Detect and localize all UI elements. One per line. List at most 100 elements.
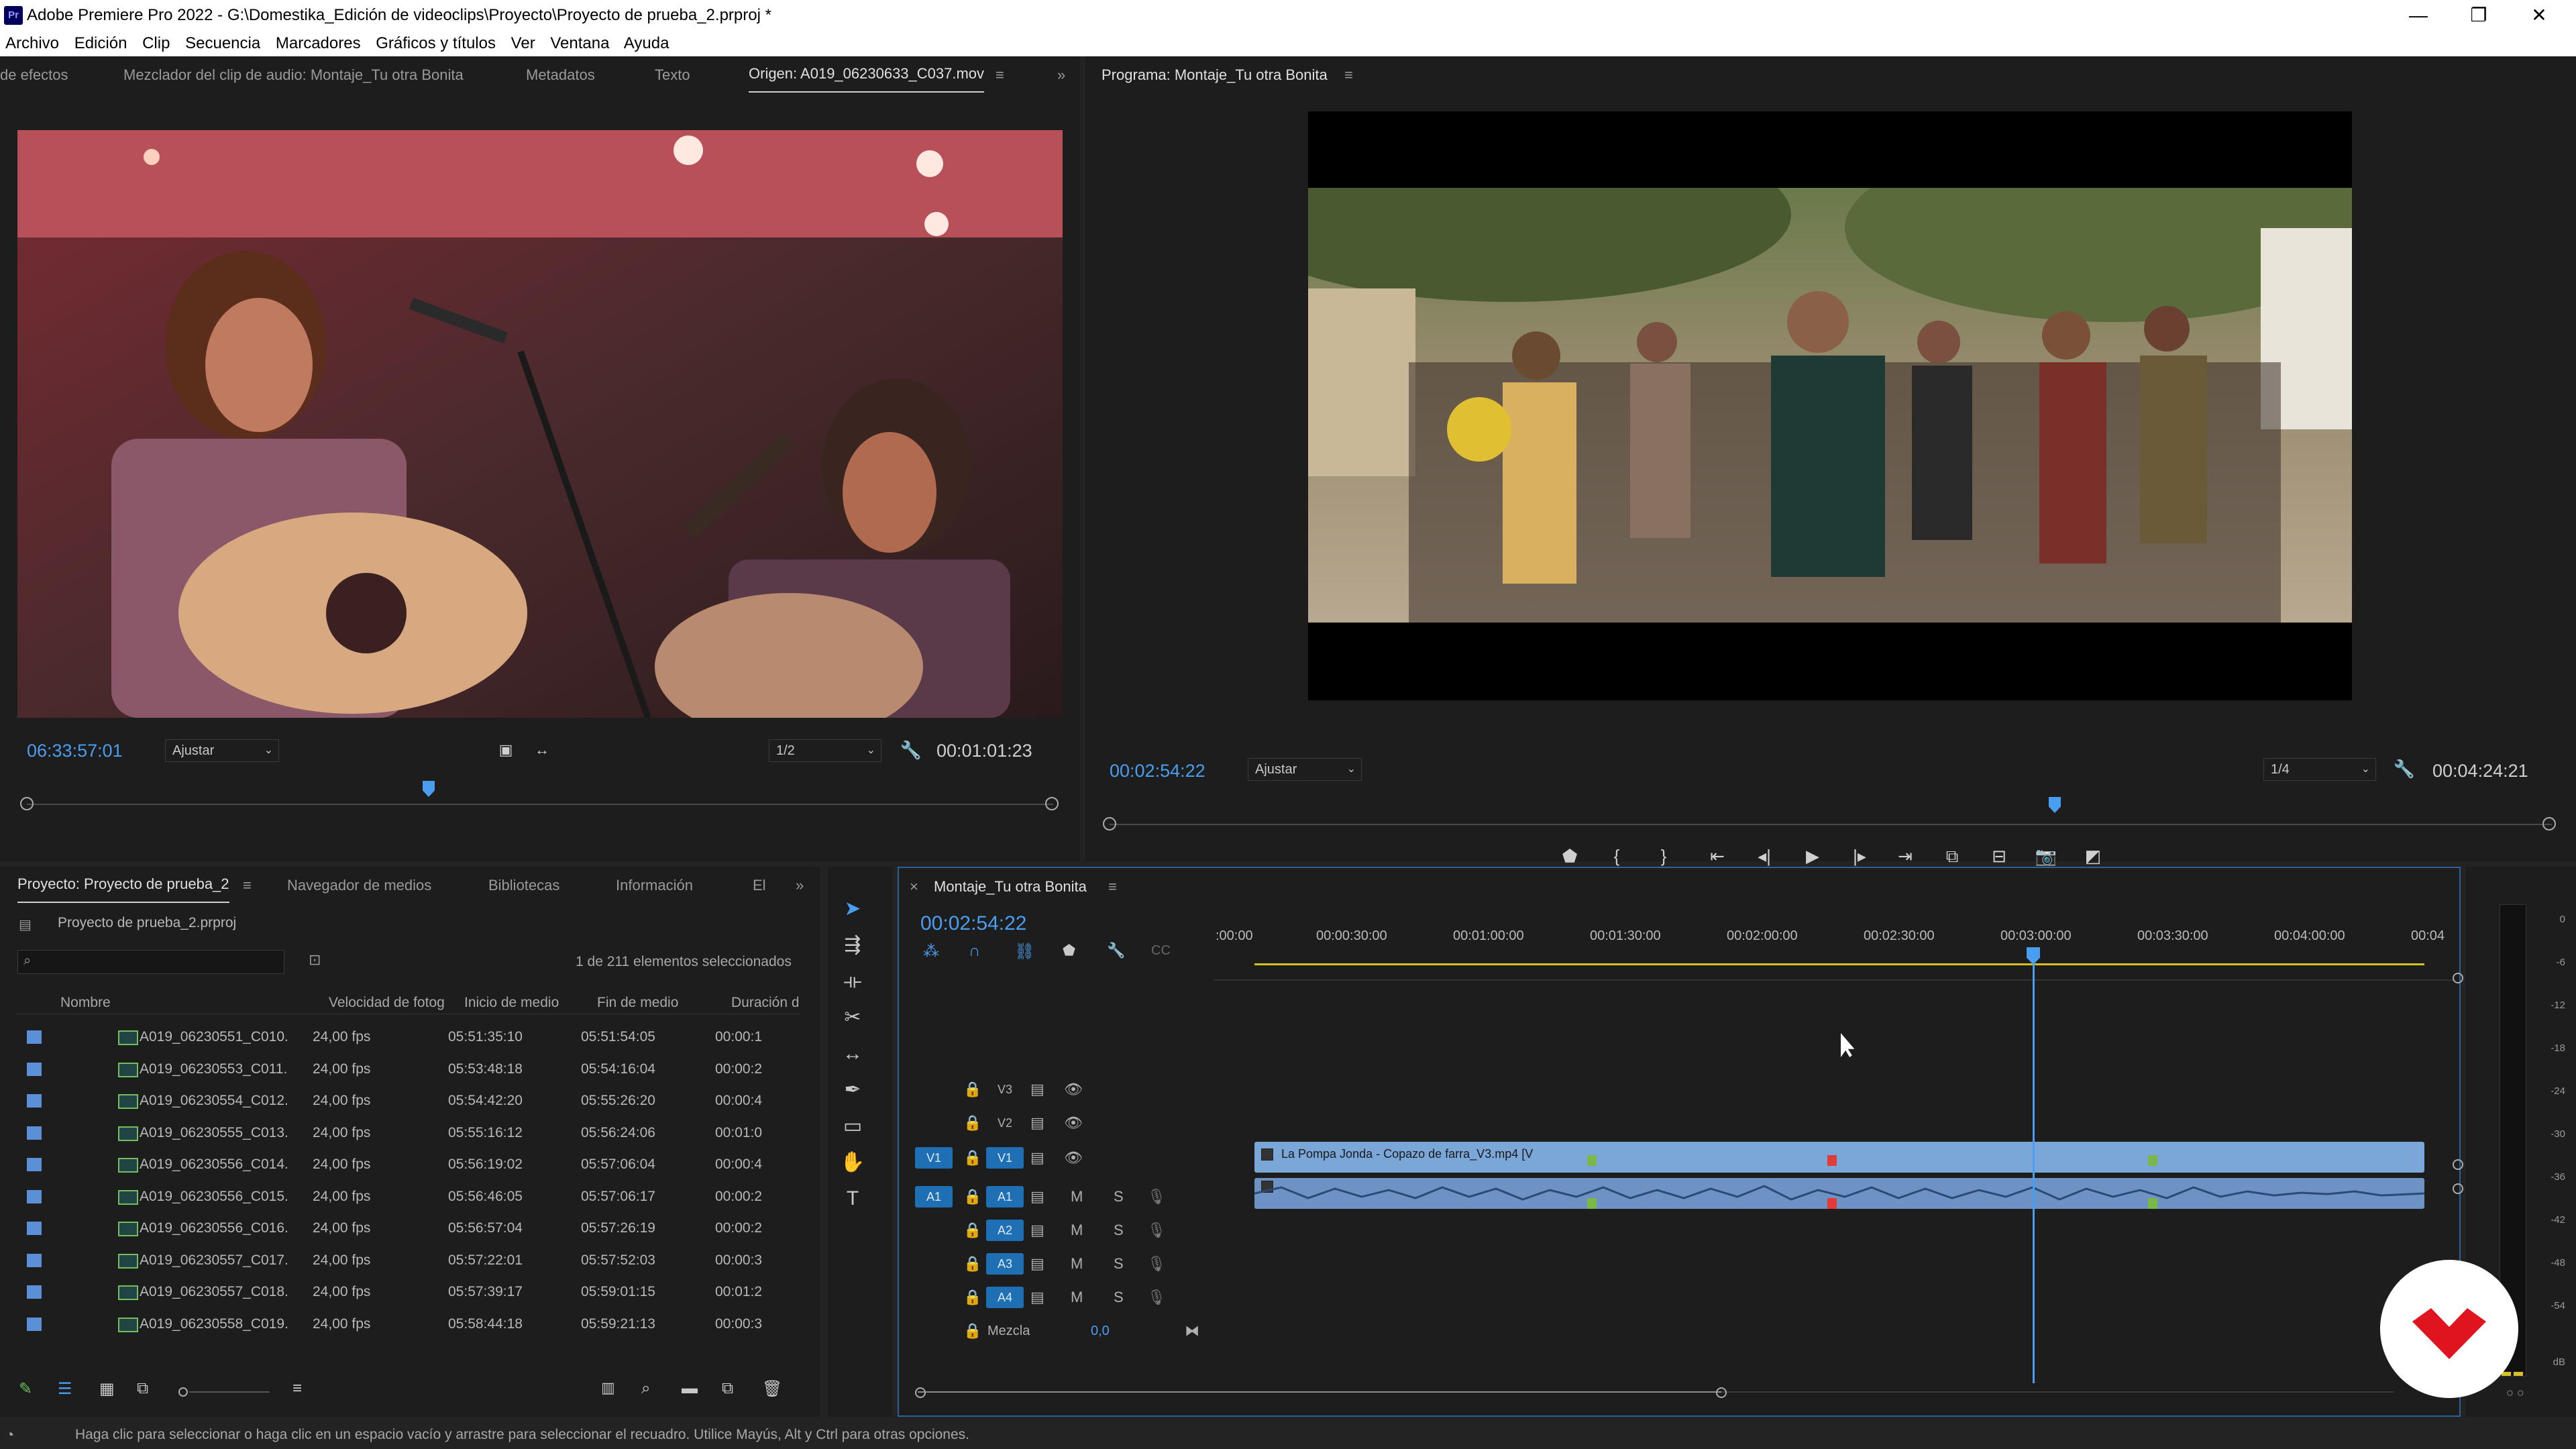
label-color-swatch[interactable] [27, 1094, 42, 1108]
menu-ayuda[interactable]: Ayuda [624, 34, 669, 52]
panel-menu-icon[interactable]: ≡ [243, 867, 252, 904]
clip-marker-red[interactable] [1827, 1155, 1837, 1166]
program-time-ruler[interactable] [1110, 824, 2552, 825]
insert-icon[interactable]: ↔ [527, 735, 557, 765]
program-zoom-handle-right[interactable] [2542, 817, 2556, 830]
new-item-icon[interactable]: ⧉ [722, 1379, 733, 1398]
freeform-view-icon[interactable]: ⧉ [137, 1379, 148, 1398]
linked-selection-icon[interactable]: ⛓ [1014, 942, 1034, 961]
track-label-v1[interactable]: V1 [986, 1147, 1024, 1169]
find-icon[interactable]: ⌕ [641, 1379, 650, 1398]
eye-icon[interactable]: 👁 [1064, 1079, 1083, 1100]
lock-icon[interactable]: 🔒 [963, 1186, 981, 1208]
settings-icon[interactable]: ▣ [491, 735, 521, 765]
panel-menu-icon[interactable]: ≡ [996, 56, 1004, 94]
column-media-start[interactable]: Inicio de medio [464, 991, 559, 1014]
timeline-scroll-handle-right[interactable] [1716, 1387, 1727, 1398]
timeline-playhead[interactable] [2033, 947, 2035, 1383]
timeline-timecode[interactable]: 00:02:54:22 [920, 912, 1026, 935]
solo-button[interactable]: S [1114, 1186, 1124, 1208]
close-tab-icon[interactable]: × [910, 868, 918, 906]
icon-view-icon[interactable]: ▦ [99, 1379, 115, 1399]
overflow-icon[interactable]: » [796, 867, 804, 904]
eye-icon[interactable]: 👁 [1064, 1147, 1083, 1169]
label-color-swatch[interactable] [27, 1062, 42, 1076]
menu-secuencia[interactable]: Secuencia [185, 34, 260, 52]
track-label-v2[interactable]: V2 [986, 1112, 1024, 1134]
rectangle-tool-icon[interactable]: ▭ [836, 1110, 869, 1143]
source-playhead[interactable] [423, 781, 435, 797]
lock-icon[interactable]: 🔒 [963, 1079, 981, 1100]
table-row[interactable]: A019_06230558_C019. 24,00 fps 05:58:44:18 0… [16, 1308, 794, 1340]
close-window-button[interactable]: ✕ [2502, 0, 2576, 31]
column-duration[interactable]: Duración d [731, 991, 798, 1014]
new-search-bin-icon[interactable]: ⊡ [309, 951, 321, 969]
panel-menu-icon[interactable]: ≡ [1344, 56, 1353, 94]
label-color-swatch[interactable] [27, 1317, 42, 1331]
sync-lock-icon[interactable]: ▤ [1030, 1079, 1044, 1100]
label-color-swatch[interactable] [27, 1285, 42, 1299]
snap-icon[interactable]: ∩ [969, 942, 980, 961]
table-row[interactable]: A019_06230556_C016. 24,00 fps 05:56:57:04 0… [16, 1212, 794, 1244]
trash-icon[interactable]: 🗑 [762, 1379, 782, 1399]
menu-ver[interactable]: Ver [511, 34, 535, 52]
tab-metadata[interactable]: Metadatos [526, 56, 595, 94]
track-label-a3[interactable]: A3 [986, 1253, 1024, 1275]
table-row[interactable]: A019_06230557_C017. 24,00 fps 05:57:22:01 0… [16, 1244, 794, 1277]
mix-volume-value[interactable]: 0,0 [1091, 1320, 1110, 1342]
table-row[interactable]: A019_06230556_C015. 24,00 fps 05:56:46:05 0… [16, 1181, 794, 1213]
go-to-end-icon[interactable]: ⧓ [1185, 1320, 1199, 1342]
label-color-swatch[interactable] [27, 1189, 42, 1203]
solo-button[interactable]: S [1114, 1220, 1124, 1241]
table-row[interactable]: A019_06230554_C012. 24,00 fps 05:54:42:20 0… [16, 1085, 794, 1117]
tab-el[interactable]: El [753, 867, 766, 904]
tab-project[interactable]: Proyecto: Proyecto de prueba_2 [17, 867, 229, 903]
nest-icon[interactable]: ⁂ [923, 942, 939, 961]
table-row[interactable]: A019_06230555_C013. 24,00 fps 05:55:16:12 0… [16, 1117, 794, 1149]
clip-marker-green[interactable] [2148, 1155, 2157, 1166]
source-patch-v1[interactable]: V1 [915, 1147, 953, 1169]
tab-program[interactable]: Programa: Montaje_Tu otra Bonita [1102, 56, 1328, 94]
table-row[interactable]: A019_06230556_C014. 24,00 fps 05:56:19:02 0… [16, 1148, 794, 1181]
sync-lock-icon[interactable]: ▤ [1030, 1220, 1044, 1241]
captions-icon[interactable]: CC [1151, 943, 1171, 959]
column-media-end[interactable]: Fin de medio [597, 991, 678, 1014]
razor-tool-icon[interactable]: ✂ [836, 1001, 869, 1034]
source-resolution-dropdown[interactable]: 1/2 ⌄ [769, 739, 881, 762]
table-row[interactable]: A019_06230551_C010. 24,00 fps 05:51:35:10 0… [16, 1021, 794, 1053]
sync-lock-icon[interactable]: ▤ [1030, 1253, 1044, 1275]
panel-menu-icon[interactable]: ≡ [1108, 868, 1117, 906]
lock-icon[interactable]: 🔒 [963, 1287, 981, 1308]
type-tool-icon[interactable]: T [836, 1182, 869, 1216]
label-color-swatch[interactable] [27, 1158, 42, 1171]
sort-icon[interactable]: ≡ [292, 1379, 302, 1398]
source-zoom-handle-left[interactable] [20, 797, 34, 810]
timeline-scroll-handle-left[interactable] [915, 1387, 926, 1398]
list-view-icon[interactable]: ☰ [58, 1379, 72, 1399]
menu-marcadores[interactable]: Marcadores [276, 34, 361, 52]
vertical-zoom-handle-bottom[interactable] [2453, 1183, 2463, 1194]
program-playhead[interactable] [2049, 797, 2061, 813]
microphone-icon[interactable]: 🎙 [1147, 1287, 1166, 1308]
zoom-slider-handle[interactable] [178, 1387, 188, 1397]
program-resolution-dropdown[interactable]: 1/4 ⌄ [2263, 758, 2376, 781]
slip-tool-icon[interactable]: ↔ [836, 1037, 869, 1071]
source-timecode[interactable]: 06:33:57:01 [27, 741, 123, 761]
selection-tool-icon[interactable]: ➤ [836, 892, 869, 926]
solo-button[interactable]: S [1114, 1287, 1124, 1308]
audio-clip[interactable] [1254, 1178, 2424, 1209]
tab-audio-clip-mixer[interactable]: Mezclador del clip de audio: Montaje_Tu … [123, 56, 464, 94]
clip-marker-green[interactable] [1587, 1155, 1597, 1166]
hand-tool-icon[interactable]: ✋ [836, 1146, 869, 1179]
label-color-swatch[interactable] [27, 1030, 42, 1044]
zoom-slider[interactable] [189, 1391, 270, 1393]
track-label-a1[interactable]: A1 [986, 1186, 1024, 1208]
tab-effect-controls[interactable]: de efectos [0, 56, 68, 94]
work-area-bar[interactable] [1254, 963, 2424, 965]
lock-icon[interactable]: 🔒 [963, 1220, 981, 1241]
wrench-icon[interactable]: 🔧 [2390, 754, 2419, 784]
source-zoom-handle-right[interactable] [1045, 797, 1059, 810]
track-label-a4[interactable]: A4 [986, 1287, 1024, 1308]
eye-icon[interactable]: 👁 [1064, 1112, 1083, 1134]
timeline-scrollbar-thumb[interactable] [918, 1391, 1721, 1393]
